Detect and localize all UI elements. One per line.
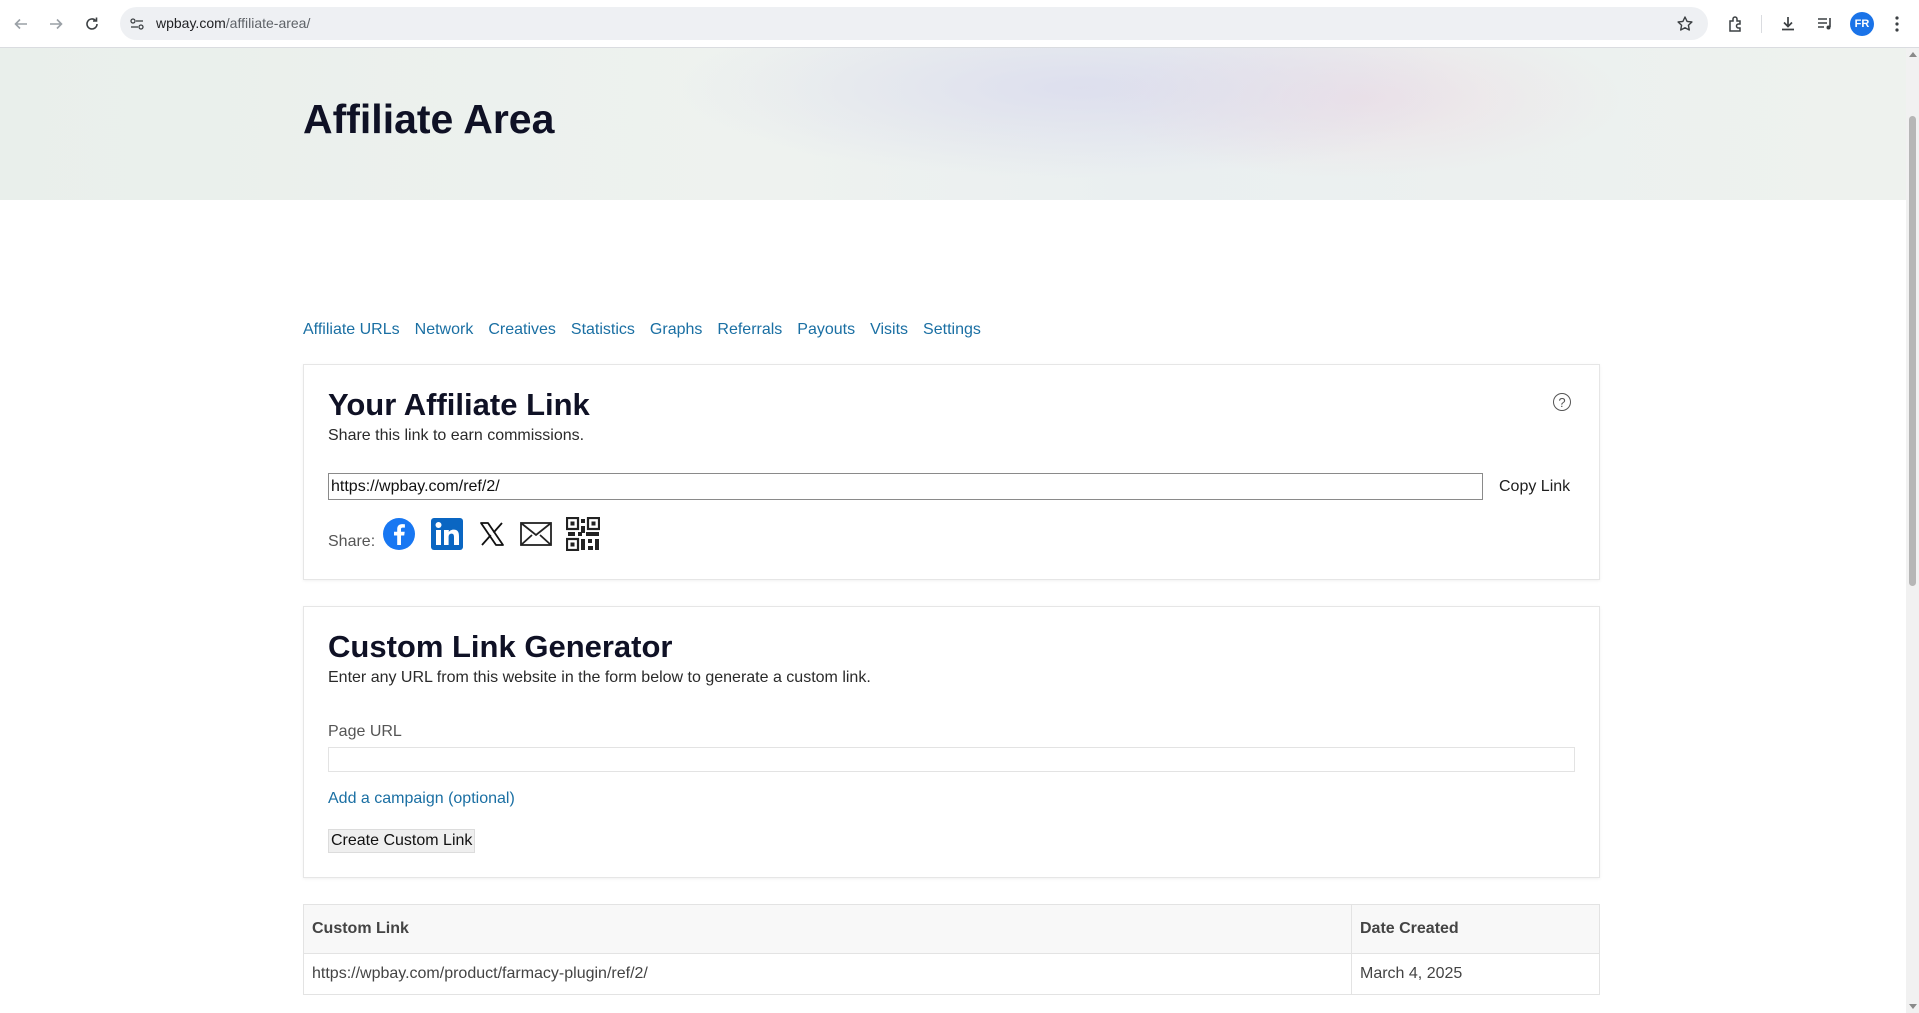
create-custom-link-button[interactable]: Create Custom Link (328, 829, 476, 853)
browser-toolbar: wpbay.com/affiliate-area/ FR (0, 0, 1919, 48)
tab-statistics[interactable]: Statistics (571, 321, 635, 339)
downloads-icon[interactable] (1776, 12, 1800, 36)
column-header-date-created: Date Created (1351, 904, 1600, 954)
help-icon[interactable]: ? (1553, 393, 1571, 411)
media-control-icon[interactable] (1813, 12, 1837, 36)
page-scrollbar[interactable] (1906, 48, 1919, 1013)
tab-creatives[interactable]: Creatives (488, 321, 556, 339)
table-header-row: Custom Link Date Created (303, 904, 1600, 954)
affiliate-link-input[interactable] (328, 473, 1483, 500)
tab-payouts[interactable]: Payouts (797, 321, 855, 339)
email-icon[interactable] (519, 517, 553, 551)
reload-icon (86, 17, 98, 30)
back-button[interactable] (9, 12, 33, 36)
tab-network[interactable]: Network (415, 321, 474, 339)
date-created-cell: March 4, 2025 (1351, 953, 1600, 995)
back-arrow-icon (14, 18, 27, 30)
page-content: Affiliate Area Affiliate URLs Network Cr… (0, 48, 1906, 1013)
custom-link-cell[interactable]: https://wpbay.com/product/farmacy-plugin… (303, 953, 1352, 995)
tab-visits[interactable]: Visits (870, 321, 908, 339)
table-row: https://wpbay.com/product/farmacy-plugin… (303, 953, 1600, 995)
url-path: /affiliate-area/ (225, 15, 311, 31)
linkedin-icon[interactable] (430, 517, 464, 551)
page-header: Affiliate Area (0, 48, 1906, 200)
url-domain: wpbay.com (156, 15, 226, 31)
page-title: Affiliate Area (303, 96, 555, 142)
toolbar-separator (1761, 15, 1762, 33)
affiliate-link-card: Your Affiliate Link Share this link to e… (303, 364, 1600, 580)
tab-affiliate-urls[interactable]: Affiliate URLs (303, 321, 400, 339)
url-text: wpbay.com/affiliate-area/ (156, 7, 310, 40)
forward-arrow-icon (50, 18, 63, 30)
browser-menu-icon[interactable] (1885, 12, 1909, 36)
generator-subtitle: Enter any URL from this website in the f… (328, 669, 871, 686)
page-url-label: Page URL (328, 723, 402, 740)
tab-graphs[interactable]: Graphs (650, 321, 702, 339)
bookmark-star-icon[interactable] (1676, 15, 1694, 33)
facebook-icon[interactable] (382, 517, 416, 551)
profile-avatar[interactable]: FR (1850, 12, 1874, 36)
add-campaign-link[interactable]: Add a campaign (optional) (328, 790, 515, 808)
affiliate-link-subtitle: Share this link to earn commissions. (328, 427, 585, 444)
tab-referrals[interactable]: Referrals (717, 321, 782, 339)
affiliate-link-heading: Your Affiliate Link (328, 387, 590, 422)
tab-settings[interactable]: Settings (923, 321, 981, 339)
reload-button[interactable] (80, 12, 104, 36)
page-url-input[interactable] (328, 747, 1575, 772)
x-icon[interactable] (475, 517, 509, 551)
custom-link-generator-card: Custom Link Generator Enter any URL from… (303, 606, 1600, 878)
scrollbar-thumb[interactable] (1909, 116, 1916, 586)
custom-links-table: Custom Link Date Created https://wpbay.c… (303, 904, 1600, 995)
qr-code-icon[interactable] (566, 517, 600, 551)
share-label: Share: (328, 533, 376, 550)
generator-heading: Custom Link Generator (328, 629, 673, 664)
site-info-icon[interactable] (128, 15, 146, 33)
address-bar[interactable]: wpbay.com/affiliate-area/ (120, 7, 1708, 40)
copy-link-button[interactable]: Copy Link (1499, 478, 1570, 496)
affiliate-tabs: Affiliate URLs Network Creatives Statist… (303, 321, 996, 339)
extensions-icon[interactable] (1724, 12, 1748, 36)
forward-button[interactable] (44, 12, 68, 36)
scroll-up-arrow-icon[interactable] (1909, 52, 1917, 57)
column-header-custom-link: Custom Link (303, 904, 1352, 954)
scroll-down-arrow-icon[interactable] (1909, 1004, 1917, 1009)
